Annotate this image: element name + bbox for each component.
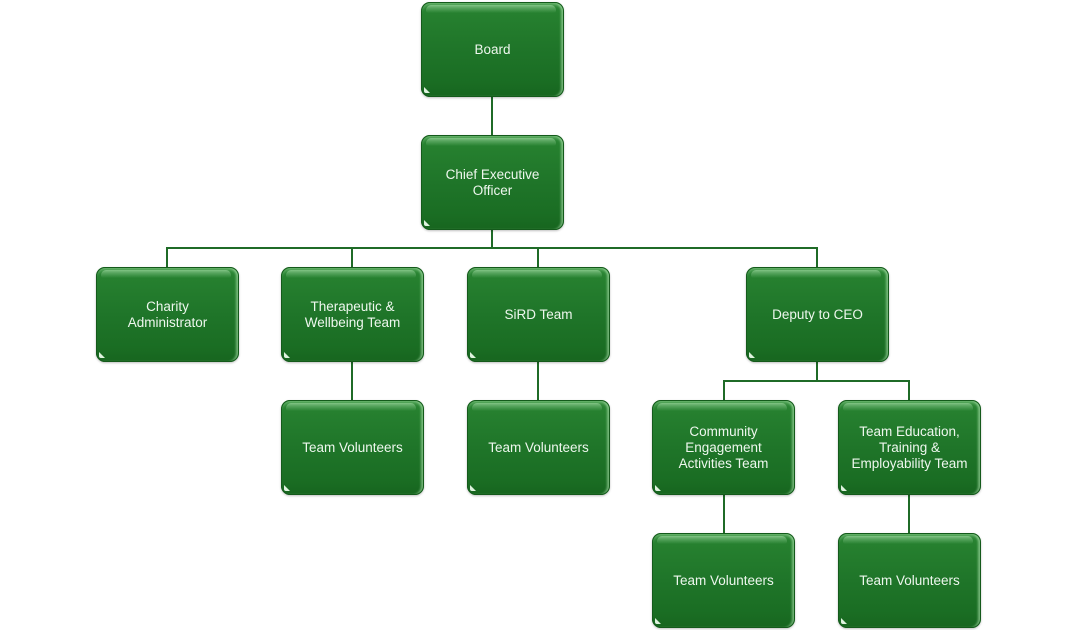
node-charity-administrator: Charity Administrator: [96, 267, 239, 362]
node-board: Board: [421, 2, 564, 97]
org-chart: Board Chief Executive Officer Charity Ad…: [0, 0, 1077, 630]
node-deputy-to-ceo: Deputy to CEO: [746, 267, 889, 362]
node-label: Chief Executive Officer: [445, 166, 540, 198]
node-sird-team-volunteers: Team Volunteers: [467, 400, 610, 495]
node-label: Community Engagement Activities Team: [678, 423, 769, 471]
node-label: Team Volunteers: [859, 572, 960, 588]
node-chief-executive-officer: Chief Executive Officer: [421, 135, 564, 230]
node-label: Therapeutic & Wellbeing Team: [304, 298, 401, 330]
node-label: Team Education, Training & Employability…: [851, 423, 968, 471]
node-community-engagement-activities-team: Community Engagement Activities Team: [652, 400, 795, 495]
node-label: Board: [474, 41, 511, 57]
node-therapeutic-wellbeing-team: Therapeutic & Wellbeing Team: [281, 267, 424, 362]
node-team-education-training-employability: Team Education, Training & Employability…: [838, 400, 981, 495]
node-sird-team: SiRD Team: [467, 267, 610, 362]
node-education-team-volunteers: Team Volunteers: [838, 533, 981, 628]
node-label: Deputy to CEO: [772, 306, 863, 322]
node-therapeutic-team-volunteers: Team Volunteers: [281, 400, 424, 495]
node-label: Charity Administrator: [127, 298, 208, 330]
node-label: Team Volunteers: [488, 439, 589, 455]
node-community-team-volunteers: Team Volunteers: [652, 533, 795, 628]
node-label: Team Volunteers: [673, 572, 774, 588]
node-label: Team Volunteers: [302, 439, 403, 455]
node-label: SiRD Team: [504, 306, 573, 322]
